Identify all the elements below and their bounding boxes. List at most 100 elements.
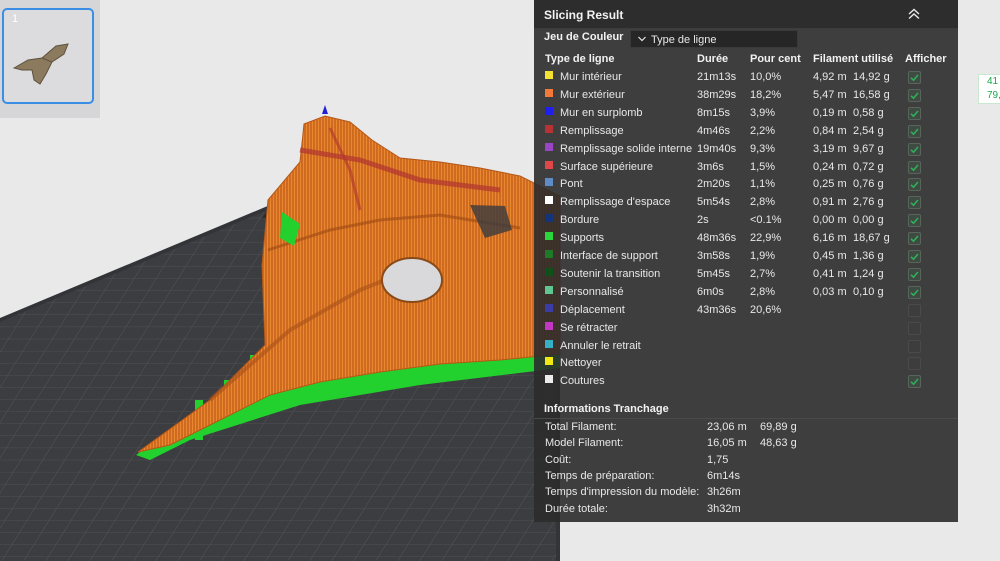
show-checkbox[interactable] bbox=[908, 250, 921, 263]
line-type-weight: 14,92 g bbox=[853, 71, 890, 83]
line-type-duration: 5m54s bbox=[697, 196, 731, 209]
line-type-percent: 1,1% bbox=[750, 178, 776, 191]
line-type-length: 0,03 m bbox=[813, 285, 847, 298]
color-swatch bbox=[545, 339, 553, 348]
line-type-row: Soutenir la transition 5m45s 2,7% 0,41 m 1,2… bbox=[534, 266, 958, 284]
line-type-row: Surface supérieure 3m6s 1,5% 0,24 m 0,72 g bbox=[534, 159, 958, 177]
line-type-weight: 0,72 g bbox=[853, 160, 884, 173]
show-checkbox[interactable] bbox=[908, 375, 921, 389]
line-type-percent: 22,9% bbox=[750, 232, 782, 245]
panel-title: Slicing Result bbox=[544, 8, 624, 22]
line-type-duration: 21m13s bbox=[697, 71, 737, 83]
checkmark-icon bbox=[910, 74, 919, 82]
color-swatch bbox=[545, 321, 553, 330]
line-type-length: 5,47 m bbox=[813, 88, 847, 101]
color-scheme-label: Jeu de Couleur bbox=[544, 31, 624, 43]
color-swatch bbox=[545, 303, 553, 312]
show-checkbox[interactable] bbox=[908, 357, 921, 371]
line-type-length: 0,84 m bbox=[813, 124, 847, 137]
line-type-weight: 0,10 g bbox=[853, 285, 884, 298]
color-swatch bbox=[545, 267, 553, 276]
line-type-length: 0,25 m bbox=[813, 178, 847, 191]
line-type-name: Coutures bbox=[560, 375, 605, 388]
line-type-duration: 3m6s bbox=[697, 160, 724, 173]
line-type-percent: 18,2% bbox=[750, 88, 782, 101]
color-scheme-dropdown[interactable]: Type de ligne bbox=[630, 30, 798, 48]
plate-list: 1 bbox=[0, 0, 100, 118]
collapse-button[interactable] bbox=[904, 6, 924, 22]
show-checkbox[interactable] bbox=[908, 214, 921, 228]
show-checkbox[interactable] bbox=[908, 124, 921, 138]
show-checkbox[interactable] bbox=[908, 285, 921, 299]
show-checkbox[interactable] bbox=[908, 267, 921, 281]
checkmark-icon bbox=[910, 378, 919, 386]
line-type-row: Se rétracter bbox=[534, 320, 958, 338]
info-row: Temps d'impression du modèle: 3h26m bbox=[534, 486, 958, 502]
checkmark-icon bbox=[910, 289, 919, 297]
color-swatch bbox=[545, 124, 553, 133]
show-checkbox[interactable] bbox=[908, 303, 921, 317]
line-type-name: Mur en surplomb bbox=[560, 106, 643, 119]
info-value-secondary: 48,63 g bbox=[760, 437, 797, 450]
plate-thumbnail[interactable]: 1 bbox=[2, 8, 94, 104]
line-type-name: Remplissage bbox=[560, 124, 624, 137]
line-type-percent: 3,9% bbox=[750, 106, 776, 119]
line-type-row: Pont 2m20s 1,1% 0,25 m 0,76 g bbox=[534, 176, 958, 194]
line-type-percent: 1,5% bbox=[750, 160, 776, 173]
color-swatch bbox=[545, 214, 553, 223]
show-checkbox[interactable] bbox=[908, 88, 921, 102]
line-type-row: Personnalisé 6m0s 2,8% 0,03 m 0,10 g bbox=[534, 284, 958, 302]
info-row: Temps de préparation: 6m14s bbox=[534, 470, 958, 486]
info-value: 3h32m bbox=[707, 502, 741, 515]
info-value-secondary: 69,89 g bbox=[760, 421, 797, 433]
line-type-row: Déplacement 43m36s 20,6% bbox=[534, 302, 958, 320]
info-label: Model Filament: bbox=[545, 437, 624, 450]
show-checkbox[interactable] bbox=[908, 232, 921, 246]
info-label: Coût: bbox=[545, 453, 572, 466]
line-type-weight: 1,24 g bbox=[853, 267, 884, 280]
line-type-percent: 10,0% bbox=[750, 71, 782, 83]
info-row: Total Filament: 23,06 m 69,89 g bbox=[534, 421, 958, 437]
info-row: Durée totale: 3h32m bbox=[534, 503, 958, 519]
line-type-name: Remplissage solide interne bbox=[560, 142, 693, 155]
line-type-name: Surface supérieure bbox=[560, 160, 653, 173]
color-swatch bbox=[545, 232, 553, 241]
chevron-down-icon bbox=[638, 36, 646, 42]
slicing-info-title: Informations Tranchage bbox=[544, 403, 669, 415]
show-checkbox[interactable] bbox=[908, 178, 921, 192]
line-type-name: Supports bbox=[560, 232, 605, 245]
line-type-row: Nettoyer bbox=[534, 355, 958, 373]
line-type-name: Personnalisé bbox=[560, 285, 624, 298]
slicing-result-panel: Slicing Result Jeu de Couleur Type de li… bbox=[534, 0, 958, 522]
show-checkbox[interactable] bbox=[908, 71, 921, 84]
line-type-duration: 48m36s bbox=[697, 232, 737, 245]
line-type-name: Nettoyer bbox=[560, 357, 602, 370]
line-type-name: Bordure bbox=[560, 214, 600, 227]
line-type-percent: 2,8% bbox=[750, 196, 776, 209]
show-checkbox[interactable] bbox=[908, 142, 921, 156]
line-type-duration: 38m29s bbox=[697, 88, 737, 101]
checkmark-icon bbox=[910, 235, 919, 243]
checkmark-icon bbox=[910, 271, 919, 279]
line-type-duration: 43m36s bbox=[697, 303, 737, 316]
color-swatch bbox=[545, 71, 553, 79]
show-checkbox[interactable] bbox=[908, 339, 921, 353]
info-value: 1,75 bbox=[707, 453, 729, 466]
show-checkbox[interactable] bbox=[908, 196, 921, 210]
line-type-length: 0,41 m bbox=[813, 267, 847, 280]
line-type-weight: 0,58 g bbox=[853, 106, 884, 119]
line-type-name: Interface de support bbox=[560, 250, 658, 262]
checkmark-icon bbox=[910, 217, 919, 225]
line-type-row: Supports 48m36s 22,9% 6,16 m 18,67 g bbox=[534, 230, 958, 248]
line-type-length: 4,92 m bbox=[813, 71, 847, 83]
show-checkbox[interactable] bbox=[908, 160, 921, 174]
show-checkbox[interactable] bbox=[908, 106, 921, 120]
line-type-length: 6,16 m bbox=[813, 232, 847, 245]
line-type-weight: 1,36 g bbox=[853, 250, 884, 262]
color-swatch bbox=[545, 285, 553, 294]
info-value: 16,05 m bbox=[707, 437, 747, 450]
line-type-duration: 8m15s bbox=[697, 106, 731, 119]
show-checkbox[interactable] bbox=[908, 321, 921, 335]
line-type-percent: 9,3% bbox=[750, 142, 776, 155]
axis-indicator bbox=[322, 105, 328, 114]
